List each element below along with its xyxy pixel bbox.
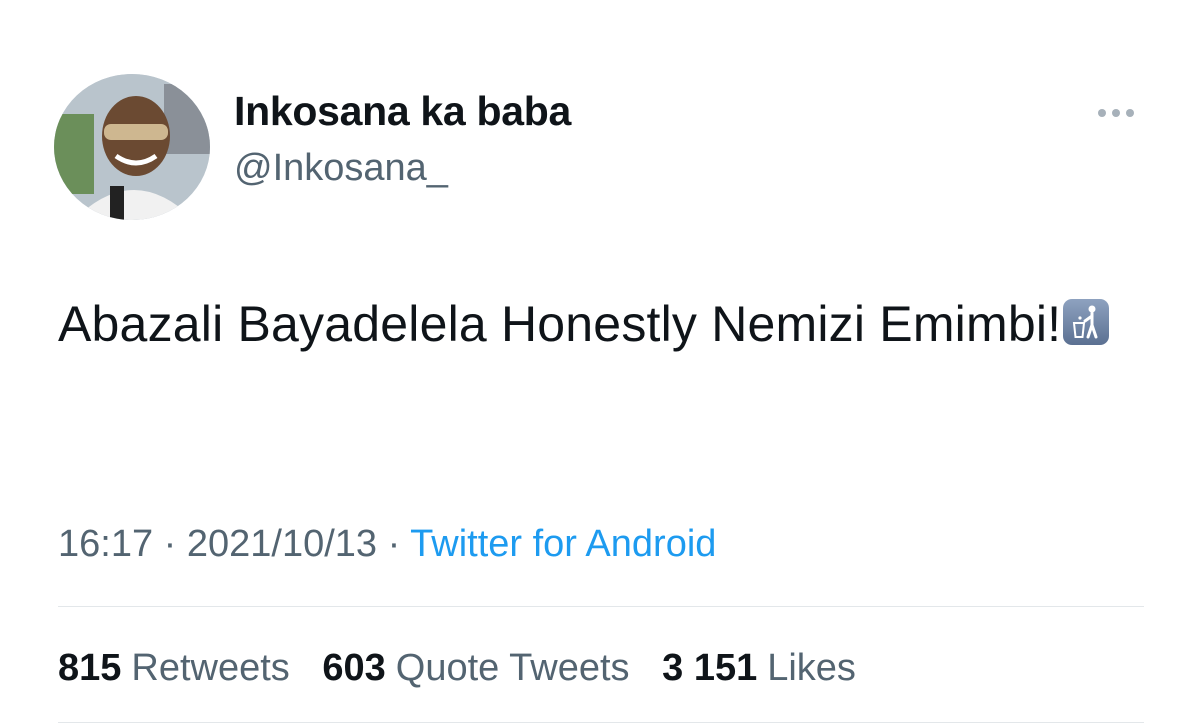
meta-separator: · xyxy=(163,523,177,565)
quote-tweets-stat[interactable]: 603 Quote Tweets xyxy=(322,647,629,689)
author-name[interactable]: Inkosana ka baba xyxy=(234,91,571,132)
tweet-text: Abazali Bayadelela Honestly Nemizi Emimb… xyxy=(58,288,1138,360)
tweet-date[interactable]: 2021/10/13 xyxy=(187,523,377,565)
tweet-stats: 815 Retweets 603 Quote Tweets 3 151 Likes xyxy=(58,646,878,692)
tweet-time[interactable]: 16:17 xyxy=(58,523,153,565)
quote-tweets-label: Quote Tweets xyxy=(395,647,630,689)
likes-count: 3 151 xyxy=(662,647,758,689)
author-avatar[interactable] xyxy=(54,74,210,220)
more-dot-icon xyxy=(1126,109,1134,117)
tweet-source-link[interactable]: Twitter for Android xyxy=(410,523,716,565)
meta-separator: · xyxy=(387,523,401,565)
tweet-body: Abazali Bayadelela Honestly Nemizi Emimb… xyxy=(58,296,1062,352)
more-dot-icon xyxy=(1112,109,1120,117)
author-handle[interactable]: @Inkosana_ xyxy=(234,149,448,187)
put-litter-in-its-place-icon xyxy=(1063,299,1110,345)
more-dot-icon xyxy=(1098,109,1106,117)
retweets-stat[interactable]: 815 Retweets xyxy=(58,647,290,689)
tweet-metadata: 16:17 · 2021/10/13 · Twitter for Android xyxy=(58,522,716,568)
quote-tweets-count: 603 xyxy=(322,647,386,689)
avatar-photo xyxy=(54,74,210,220)
divider xyxy=(58,606,1144,607)
more-options-button[interactable] xyxy=(1098,106,1140,120)
retweets-count: 815 xyxy=(58,647,122,689)
likes-stat[interactable]: 3 151 Likes xyxy=(662,647,856,689)
divider xyxy=(58,722,1144,723)
retweets-label: Retweets xyxy=(131,647,290,689)
likes-label: Likes xyxy=(767,647,856,689)
